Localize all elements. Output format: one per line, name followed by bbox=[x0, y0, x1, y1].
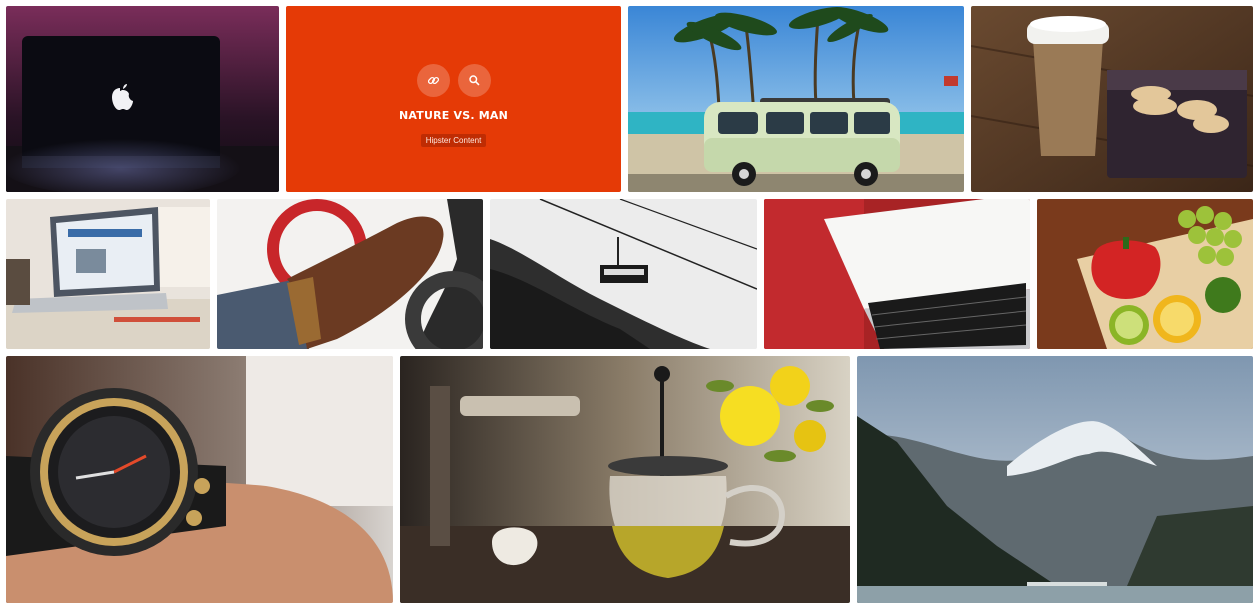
desk-laptop-image bbox=[6, 199, 210, 349]
search-icon bbox=[468, 75, 480, 86]
gallery-tile-cable-car[interactable] bbox=[490, 199, 757, 349]
van-beach-image bbox=[628, 6, 964, 192]
teapot-flowers-image bbox=[400, 356, 850, 603]
wristwatch-image bbox=[6, 356, 393, 603]
zoom-button[interactable] bbox=[457, 64, 491, 97]
keyboard-image bbox=[764, 199, 1030, 349]
link-icon bbox=[427, 76, 439, 85]
gallery-tile-mountain[interactable] bbox=[857, 356, 1253, 603]
link-button[interactable] bbox=[416, 64, 450, 97]
feature-title: NATURE VS. MAN bbox=[398, 109, 509, 122]
cable-car-image bbox=[490, 199, 757, 349]
coffee-cookies-image bbox=[971, 6, 1253, 192]
fruit-board-image bbox=[1037, 199, 1253, 349]
gallery-tile-laptop[interactable] bbox=[6, 6, 279, 192]
featured-overlay-tile[interactable]: NATURE VS. MAN Hipster Content bbox=[286, 6, 621, 192]
gallery-tile-keyboard[interactable] bbox=[764, 199, 1030, 349]
gallery-tile-desk[interactable] bbox=[6, 199, 210, 349]
glove-steering-image bbox=[217, 199, 483, 349]
gallery-tile-fruit[interactable] bbox=[1037, 199, 1253, 349]
gallery-tile-watch[interactable] bbox=[6, 356, 393, 603]
gallery-tile-van[interactable] bbox=[628, 6, 964, 192]
gallery-tile-glove[interactable] bbox=[217, 199, 483, 349]
laptop-image bbox=[6, 6, 279, 192]
feature-category-tag[interactable]: Hipster Content bbox=[420, 134, 487, 147]
mountain-lake-image bbox=[857, 356, 1253, 603]
gallery-tile-coffee[interactable] bbox=[971, 6, 1253, 192]
gallery-tile-teapot[interactable] bbox=[400, 356, 850, 603]
